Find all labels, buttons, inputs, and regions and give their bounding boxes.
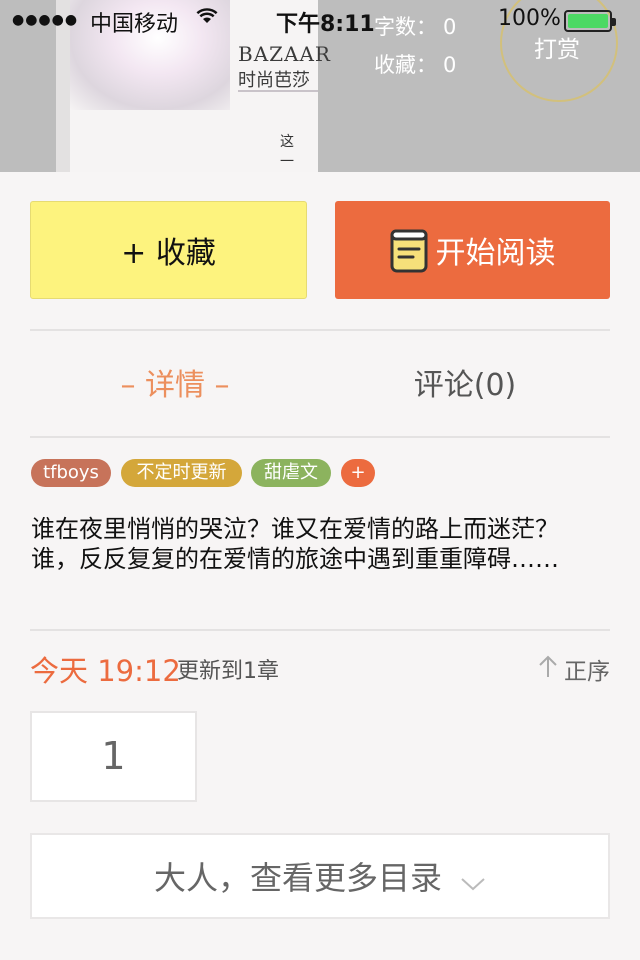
signal-icon: ●●●●●	[12, 12, 79, 28]
cover-brand: BAZAAR	[238, 42, 331, 66]
tag-chip[interactable]: 甜虐文	[251, 459, 331, 487]
divider	[30, 329, 610, 331]
divider	[30, 436, 610, 438]
cover-brand-cn: 时尚芭莎	[238, 70, 310, 91]
carrier-name: 中国移动	[90, 12, 179, 37]
add-tag-button[interactable]: +	[341, 459, 375, 487]
favorite-count-label: 收藏：	[374, 53, 437, 77]
start-reading-button[interactable]: 开始阅读	[335, 201, 610, 299]
tag-chip[interactable]: tfboys	[31, 459, 111, 487]
tag-chip[interactable]: 不定时更新	[121, 459, 242, 487]
cover-divider	[238, 90, 318, 92]
favorite-count-value: 0	[443, 53, 457, 77]
start-reading-label: 开始阅读	[435, 236, 556, 271]
update-row: 今天 19:12 更新到1章 正序	[30, 648, 610, 688]
wifi-icon	[196, 6, 218, 30]
collect-button[interactable]: + 收藏	[30, 201, 307, 299]
clock: 下午8:11	[276, 12, 375, 37]
battery-percent: 100%	[498, 6, 561, 31]
arrow-up-icon	[538, 655, 558, 685]
chapter-item[interactable]: 1	[30, 711, 197, 802]
favorite-count: 收藏： 0	[374, 46, 456, 84]
collect-button-label: + 收藏	[121, 236, 216, 271]
update-date: 今天 19:12	[30, 654, 181, 688]
divider	[30, 629, 610, 631]
sort-toggle[interactable]: 正序	[538, 652, 610, 686]
chevron-down-icon	[460, 861, 486, 899]
update-info: 更新到1章	[177, 659, 279, 684]
sort-label: 正序	[564, 659, 610, 685]
battery-icon	[564, 10, 616, 32]
cover-corner-text: 这一刻	[280, 134, 294, 170]
book-icon	[390, 227, 428, 273]
battery-fill	[568, 14, 608, 28]
more-chapters-label: 大人，查看更多目录	[153, 859, 442, 897]
tab-detail[interactable]: – 详情 –	[30, 362, 320, 410]
status-bar: ●●●●● 中国移动 下午8:11 100%	[0, 0, 640, 40]
book-description: 谁在夜里悄悄的哭泣？谁又在爱情的路上而迷茫？谁，反反复复的在爱情的旅途中遇到重重…	[31, 515, 559, 573]
tab-comments[interactable]: 评论(0)	[320, 362, 610, 410]
more-chapters-button[interactable]: 大人，查看更多目录	[30, 833, 610, 919]
